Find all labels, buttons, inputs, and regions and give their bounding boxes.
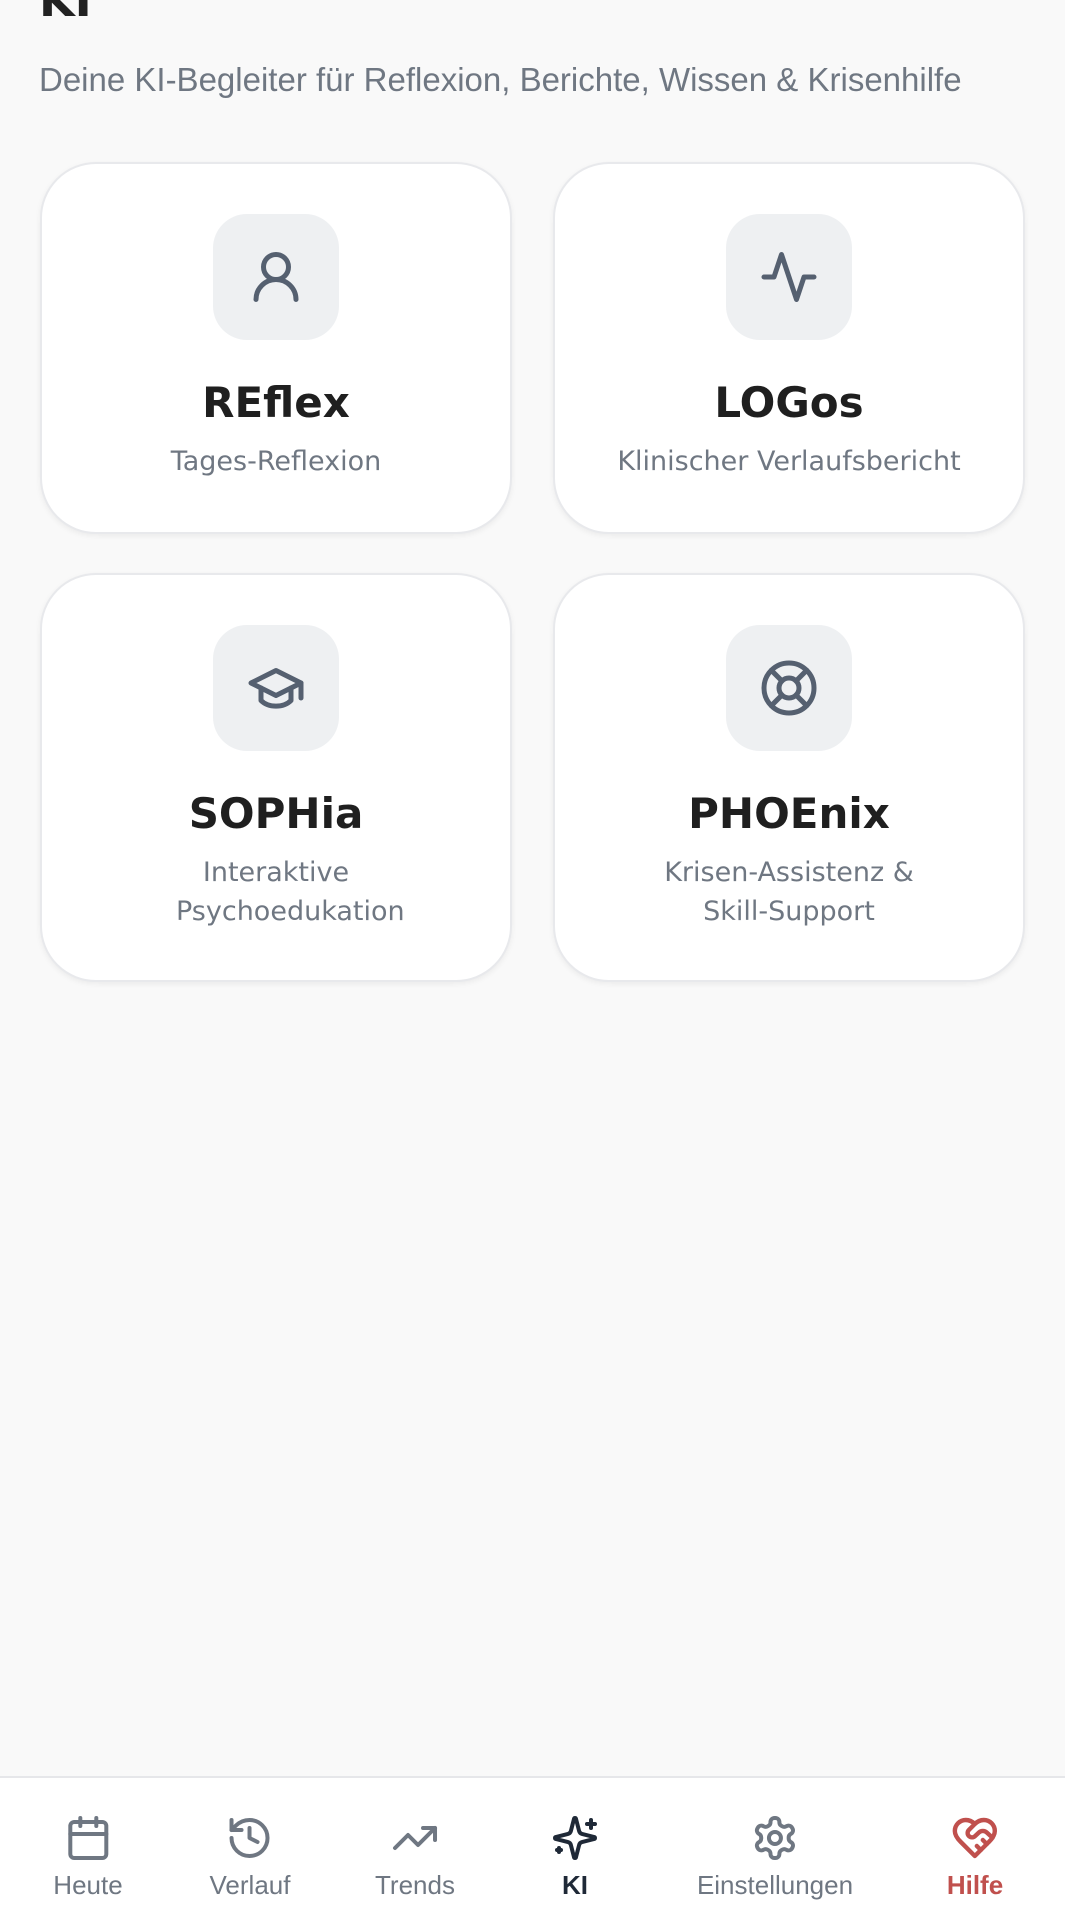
nav-item-heute[interactable]: Heute [53,1814,123,1901]
nav-label: Heute [53,1870,123,1900]
card-phoenix[interactable]: PHOEnix Krisen-Assistenz & Skill-Support [553,573,1025,982]
nav-label: KI [562,1870,588,1900]
card-subtitle: Krisen-Assistenz & Skill-Support [664,857,914,927]
card-title: LOGos [714,378,864,427]
nav-label: Einstellungen [696,1870,854,1900]
card-icon-box [213,214,339,340]
nav-item-hilfe[interactable]: Hilfe [947,1814,1003,1901]
nav-label: Verlauf [209,1870,291,1900]
card-icon-box [213,625,339,751]
card-title: REflex [202,378,350,427]
card-logos[interactable]: LOGos Klinischer Verlaufsbericht [553,162,1025,534]
card-subtitle: Tages-Reflexion [170,446,382,477]
gear-icon [755,1816,795,1860]
page-title: KI [39,0,92,27]
nav-item-einstellungen[interactable]: Einstellungen [697,1814,853,1901]
trending-up-icon [393,1826,437,1850]
page-subtitle: Deine KI-Begleiter für Reflexion, Berich… [39,61,962,98]
history-icon [229,1818,270,1858]
card-title: PHOEnix [688,789,890,838]
card-icon-box [726,625,852,751]
user-icon [253,252,299,302]
calendar-icon [67,1816,108,1860]
card-subtitle: Klinischer Verlaufsbericht [617,446,961,477]
card-reflex[interactable]: REflex Tages-Reflexion [40,162,512,534]
lifebuoy-icon [761,660,817,716]
activity-icon [761,252,817,302]
bottom-nav: Heute Verlauf Trends KI Einstellungen Hi… [0,1776,1065,1920]
card-title: SOPHia [188,789,364,838]
sparkles-icon [553,1816,597,1860]
nav-item-trends[interactable]: Trends [375,1814,455,1901]
card-icon-box [726,214,852,340]
ki-screen: KI Deine KI-Begleiter für Reflexion, Ber… [0,0,1065,1920]
graduation-cap-icon [248,668,304,709]
card-subtitle: Interaktive Psychoedukation [176,857,405,927]
nav-item-ki[interactable]: KI [551,1814,599,1901]
heart-handshake-icon [952,1817,998,1859]
nav-label: Hilfe [946,1870,1004,1900]
nav-label: Trends [375,1870,455,1900]
nav-item-verlauf[interactable]: Verlauf [209,1814,291,1901]
card-sophia[interactable]: SOPHia Interaktive Psychoedukation [40,573,512,982]
